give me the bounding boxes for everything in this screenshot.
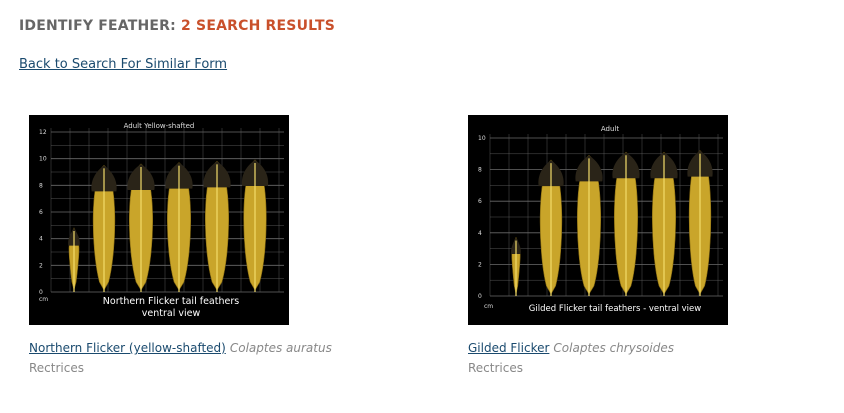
result-caption: Northern Flicker (yellow-shafted) Colapte… [29,340,369,376]
page-title-label: IDENTIFY FEATHER: [19,18,176,34]
result-card: 0 2 4 6 8 10 Adult cm Gilded Flicker tail fea… [468,115,808,376]
feather-image-northern-flicker[interactable]: 0 2 4 6 8 10 12 Adult Yellow-shafted cm Northe… [29,115,289,325]
image-caption-line1: Gilded Flicker tail feathers - ventral v… [529,304,701,314]
axis-unit-label: cm [39,296,48,303]
y-tick-label: 6 [478,198,482,205]
image-caption-line2: ventral view [142,308,201,319]
feather-type: Rectrices [468,361,523,375]
y-tick-label: 8 [478,167,482,174]
axis-unit-label: cm [484,303,493,310]
scientific-name: Colaptes auratus [229,341,332,355]
y-tick-label: 0 [39,289,43,296]
image-caption-line1: Northern Flicker tail feathers [103,296,239,307]
y-tick-label: 10 [478,135,486,142]
y-tick-label: 6 [39,209,43,216]
page-title: IDENTIFY FEATHER: 2 SEARCH RESULTS [19,18,335,34]
scientific-name: Colaptes chrysoides [553,341,675,355]
back-to-search-link[interactable]: Back to Search For Similar Form [19,57,227,72]
y-tick-label: 10 [39,156,47,163]
feather-image-gilded-flicker[interactable]: 0 2 4 6 8 10 Adult cm Gilded Flicker tail fea… [468,115,728,325]
result-card: 0 2 4 6 8 10 12 Adult Yellow-shafted cm Northe… [29,115,369,376]
feather-type: Rectrices [29,361,84,375]
y-tick-label: 8 [39,182,43,189]
feather-scale-chart: 0 2 4 6 8 10 12 Adult Yellow-shafted cm Northe… [29,115,289,325]
result-caption: Gilded Flicker Colaptes chrysoides Rectri… [468,340,808,376]
y-tick-label: 2 [39,262,43,269]
y-tick-label: 4 [39,236,43,243]
species-link-northern-flicker[interactable]: Northern Flicker (yellow-shafted) [29,341,226,355]
y-tick-label: 12 [39,129,47,136]
feather-scale-chart: 0 2 4 6 8 10 Adult cm Gilded Flicker tail fea… [468,115,728,325]
y-tick-label: 0 [478,293,482,300]
y-tick-label: 2 [478,261,482,268]
species-link-gilded-flicker[interactable]: Gilded Flicker [468,341,549,355]
result-count: 2 SEARCH RESULTS [181,18,335,34]
y-tick-label: 4 [478,230,482,237]
image-top-label: Adult [601,125,619,133]
image-top-label: Adult Yellow-shafted [124,122,195,130]
